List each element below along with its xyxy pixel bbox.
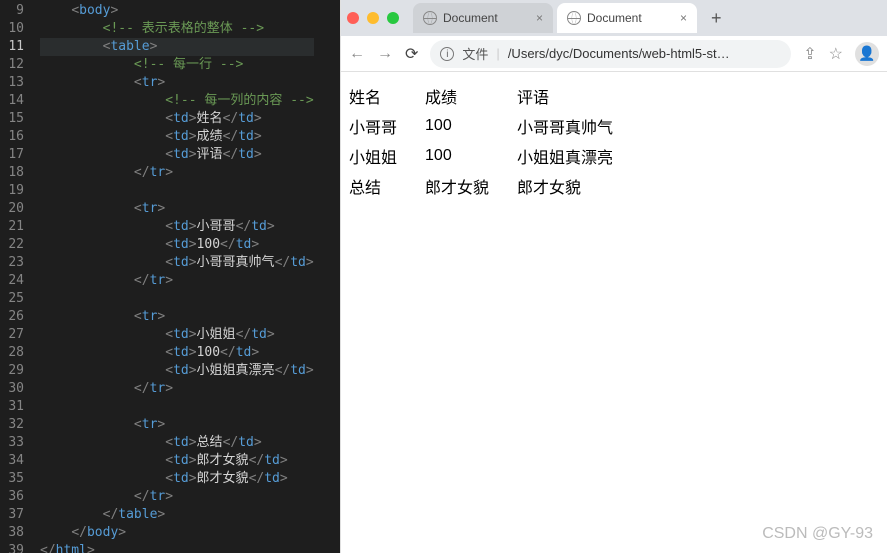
table-cell: 成绩: [425, 82, 517, 112]
close-tab-icon[interactable]: ×: [536, 11, 543, 25]
code-editor[interactable]: 9101112131415161718192021222324252627282…: [0, 0, 340, 553]
close-window-icon[interactable]: [347, 12, 359, 24]
tabs-container: Document×Document×: [413, 3, 701, 33]
table-cell: 郎才女貌: [517, 172, 619, 202]
tab-globe-icon: [423, 11, 437, 25]
browser-toolbar: ← → ⟳ i 文件 | /Users/dyc/Documents/web-ht…: [341, 36, 887, 72]
table-row: 姓名成绩评语: [349, 82, 619, 112]
maximize-window-icon[interactable]: [387, 12, 399, 24]
table-cell: 评语: [517, 82, 619, 112]
table-cell: 姓名: [349, 82, 425, 112]
url-path: /Users/dyc/Documents/web-html5-st…: [508, 46, 730, 61]
table-cell: 小姐姐: [349, 142, 425, 172]
browser-window: Document×Document× + ← → ⟳ i 文件 | /Users…: [340, 0, 887, 553]
tab-label: Document: [443, 11, 536, 25]
table-row: 小姐姐100小姐姐真漂亮: [349, 142, 619, 172]
new-tab-button[interactable]: +: [701, 8, 732, 29]
tab-globe-icon: [567, 11, 581, 25]
table-cell: 总结: [349, 172, 425, 202]
code-area[interactable]: <body> <!-- 表示表格的整体 --> <table> <!-- 每一行…: [34, 0, 314, 553]
minimize-window-icon[interactable]: [367, 12, 379, 24]
bookmark-icon[interactable]: ☆: [829, 44, 843, 64]
tab-bar: Document×Document× +: [341, 0, 887, 36]
table-row: 总结郎才女貌郎才女貌: [349, 172, 619, 202]
page-content: 姓名成绩评语小哥哥100小哥哥真帅气小姐姐100小姐姐真漂亮总结郎才女貌郎才女貌: [341, 72, 887, 553]
table-cell: 100: [425, 142, 517, 172]
site-info-icon[interactable]: i: [440, 47, 454, 61]
close-tab-icon[interactable]: ×: [680, 11, 687, 25]
url-separator: |: [496, 46, 499, 61]
content-table: 姓名成绩评语小哥哥100小哥哥真帅气小姐姐100小姐姐真漂亮总结郎才女貌郎才女貌: [349, 82, 619, 202]
tab-label: Document: [587, 11, 680, 25]
table-row: 小哥哥100小哥哥真帅气: [349, 112, 619, 142]
table-cell: 小哥哥: [349, 112, 425, 142]
line-gutter: 9101112131415161718192021222324252627282…: [0, 0, 34, 553]
share-icon[interactable]: ⇪: [803, 44, 816, 64]
table-cell: 100: [425, 112, 517, 142]
profile-avatar[interactable]: 👤: [855, 42, 879, 66]
browser-tab[interactable]: Document×: [557, 3, 697, 33]
table-cell: 郎才女貌: [425, 172, 517, 202]
url-scheme: 文件: [462, 44, 488, 63]
browser-tab[interactable]: Document×: [413, 3, 553, 33]
reload-icon[interactable]: ⟳: [405, 44, 418, 64]
table-cell: 小姐姐真漂亮: [517, 142, 619, 172]
window-controls: [347, 12, 413, 24]
forward-icon[interactable]: →: [377, 45, 393, 63]
address-bar[interactable]: i 文件 | /Users/dyc/Documents/web-html5-st…: [430, 40, 791, 68]
back-icon[interactable]: ←: [349, 45, 365, 63]
table-cell: 小哥哥真帅气: [517, 112, 619, 142]
